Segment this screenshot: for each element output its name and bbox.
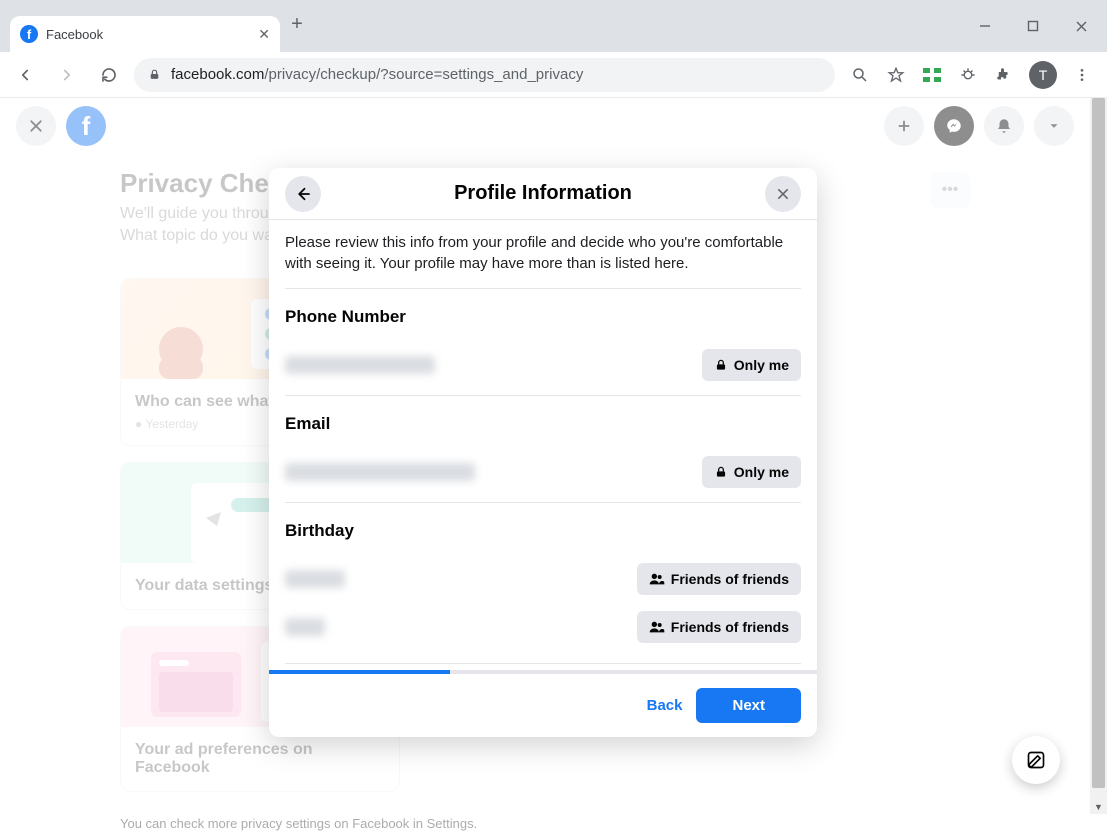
extension-green-icon[interactable] — [921, 64, 943, 86]
page: f ••• Privacy Checkup We'll guide you th… — [0, 98, 1090, 814]
birthday-year-audience-button[interactable]: Friends of friends — [637, 611, 801, 643]
extensions-puzzle-icon[interactable] — [993, 64, 1015, 86]
scrollbar[interactable]: ▲ ▼ — [1090, 98, 1107, 814]
lock-icon — [714, 358, 728, 372]
window-controls — [965, 0, 1107, 52]
bookmark-star-icon[interactable] — [885, 64, 907, 86]
bug-icon[interactable] — [957, 64, 979, 86]
scroll-down-icon[interactable]: ▼ — [1090, 800, 1107, 814]
address-bar[interactable]: facebook.com/privacy/checkup/?source=set… — [134, 58, 835, 92]
birthday-year-redacted — [285, 618, 325, 636]
modal-back-button[interactable] — [285, 176, 321, 212]
modal-header: Profile Information — [269, 168, 817, 220]
modal-close-button[interactable] — [765, 176, 801, 212]
section-phone: Phone Number Only me — [285, 288, 801, 395]
tab-close-icon[interactable]: ✕ — [258, 26, 270, 43]
facebook-favicon: f — [20, 25, 38, 43]
phone-label: Phone Number — [285, 307, 801, 327]
tab-title: Facebook — [46, 27, 250, 42]
profile-avatar[interactable]: T — [1029, 61, 1057, 89]
browser-toolbar: facebook.com/privacy/checkup/?source=set… — [0, 52, 1107, 98]
email-value-redacted — [285, 463, 475, 481]
browser-titlebar: f Facebook ✕ + — [0, 0, 1107, 52]
lock-icon — [148, 68, 161, 81]
scroll-thumb[interactable] — [1092, 98, 1105, 788]
window-minimize-icon[interactable] — [965, 8, 1005, 44]
new-tab-button[interactable]: + — [280, 13, 314, 36]
section-email: Email Only me — [285, 395, 801, 502]
friends-icon — [649, 620, 665, 634]
email-audience-button[interactable]: Only me — [702, 456, 801, 488]
section-birthday: Birthday Friends of friends Friends of f… — [285, 502, 801, 657]
friends-icon — [649, 572, 665, 586]
profile-info-modal: Profile Information Please review this i… — [269, 168, 817, 737]
browser-tab[interactable]: f Facebook ✕ — [10, 16, 280, 52]
birthday-day-audience-button[interactable]: Friends of friends — [637, 563, 801, 595]
modal-title: Profile Information — [454, 182, 632, 205]
back-button[interactable] — [8, 58, 42, 92]
phone-audience-button[interactable]: Only me — [702, 349, 801, 381]
browser-menu-icon[interactable] — [1071, 64, 1093, 86]
window-close-icon[interactable] — [1061, 8, 1101, 44]
email-label: Email — [285, 414, 801, 434]
birthday-label: Birthday — [285, 521, 801, 541]
toolbar-icons: T — [843, 61, 1099, 89]
back-button[interactable]: Back — [647, 697, 683, 714]
zoom-icon[interactable] — [849, 64, 871, 86]
next-button[interactable]: Next — [696, 688, 801, 723]
window-maximize-icon[interactable] — [1013, 8, 1053, 44]
url-text: facebook.com/privacy/checkup/?source=set… — [171, 66, 583, 83]
bg-foot: You can check more privacy settings on F… — [120, 816, 970, 831]
forward-button[interactable] — [50, 58, 84, 92]
reload-button[interactable] — [92, 58, 126, 92]
edit-fab[interactable] — [1012, 736, 1060, 784]
viewport: f ••• Privacy Checkup We'll guide you th… — [0, 98, 1107, 814]
lock-icon — [714, 465, 728, 479]
phone-value-redacted — [285, 356, 435, 374]
birthday-day-redacted — [285, 570, 345, 588]
modal-description: Please review this info from your profil… — [285, 232, 801, 288]
